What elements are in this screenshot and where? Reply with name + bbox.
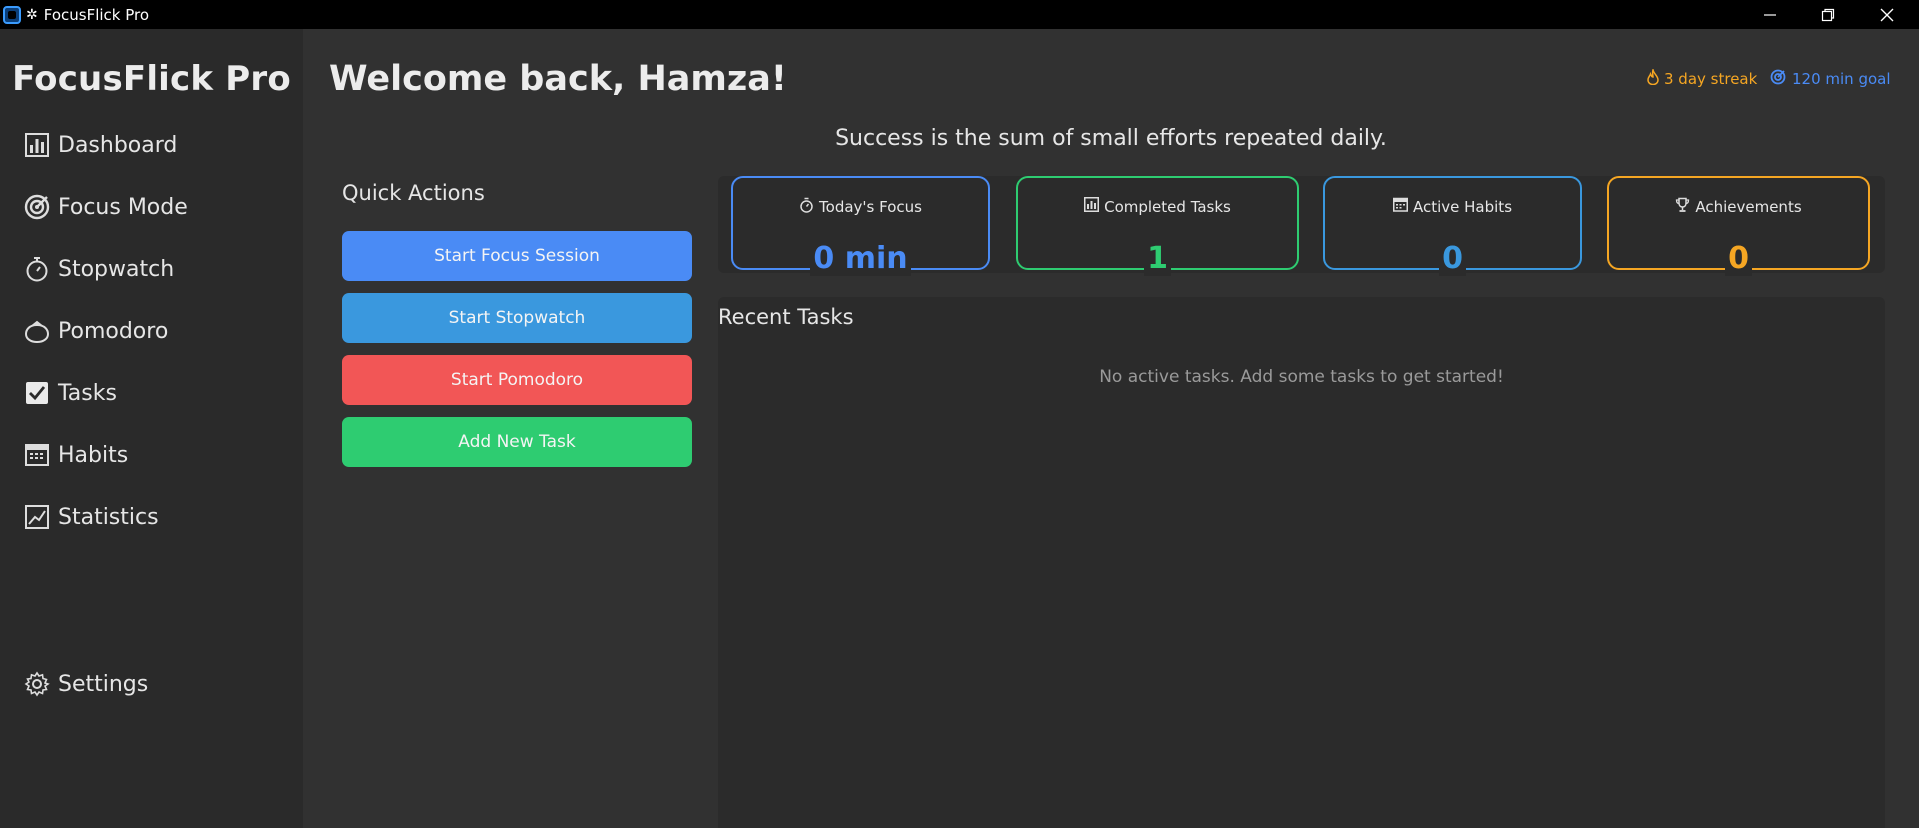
stat-card-achievements: Achievements 0 [1607,176,1870,276]
recent-tasks-title: Recent Tasks [718,305,854,329]
target-icon [24,194,50,220]
bar-chart-icon [24,132,50,158]
stat-card-todays-focus: Today's Focus 0 min [731,176,990,276]
goal-indicator: 120 min goal [1770,69,1891,89]
sidebar: FocusFlick Pro Dashboard Focus Mode Stop… [0,29,303,828]
sidebar-item-label: Stopwatch [58,256,175,282]
stat-value: 0 min [810,241,911,276]
start-stopwatch-button[interactable]: Start Stopwatch [342,293,692,343]
sidebar-item-dashboard[interactable]: Dashboard [24,125,177,165]
sidebar-item-settings[interactable]: Settings [24,664,148,704]
stat-value: 0 [1725,241,1752,276]
streak-indicator: 3 day streak [1646,67,1758,89]
stat-label: Achievements [1695,198,1802,216]
sidebar-item-label: Focus Mode [58,194,188,220]
welcome-heading: Welcome back, Hamza! [329,59,787,99]
stopwatch-icon [799,197,814,217]
close-icon[interactable] [1858,0,1916,29]
recent-tasks-panel: Recent Tasks No active tasks. Add some t… [718,297,1885,828]
sidebar-item-label: Habits [58,442,129,468]
sidebar-item-label: Dashboard [58,132,178,158]
tomato-icon [24,318,50,344]
window-title: FocusFlick Pro [43,5,150,24]
quick-actions-title: Quick Actions [342,181,485,205]
stat-card-active-habits: Active Habits 0 [1323,176,1582,276]
sidebar-item-pomodoro[interactable]: Pomodoro [24,311,168,351]
empty-tasks-message: No active tasks. Add some tasks to get s… [1099,367,1504,387]
sidebar-item-statistics[interactable]: Statistics [24,497,159,537]
stat-label: Active Habits [1412,197,1513,216]
sidebar-item-tasks[interactable]: Tasks [24,373,117,413]
main-content: Welcome back, Hamza! 3 day streak 120 mi… [303,29,1919,828]
start-focus-session-button[interactable]: Start Focus Session [342,231,692,281]
streak-label: 3 day streak [1664,70,1758,88]
sidebar-item-label: Statistics [58,504,159,530]
sidebar-item-label: Tasks [58,380,117,406]
bar-chart-icon [1084,197,1100,216]
checkbox-icon [24,380,50,406]
stat-value: 0 [1439,241,1466,276]
gear-icon [24,671,50,697]
start-pomodoro-button[interactable]: Start Pomodoro [342,355,692,405]
sidebar-item-label: Settings [58,671,149,697]
stat-label: Today's Focus [819,198,922,216]
sidebar-item-label: Pomodoro [58,318,169,344]
app-icon [3,5,21,24]
brand-title: FocusFlick Pro [12,59,291,99]
add-new-task-button[interactable]: Add New Task [342,417,692,467]
line-chart-icon [24,504,50,530]
stopwatch-icon [24,256,50,282]
stat-label: Completed Tasks [1104,197,1231,216]
sidebar-item-focus-mode[interactable]: Focus Mode [24,187,188,227]
sidebar-item-stopwatch[interactable]: Stopwatch [24,249,174,289]
minimize-icon[interactable] [1741,0,1799,29]
restore-icon[interactable] [1799,0,1857,29]
app-gear-icon: ✲ [26,6,38,22]
stat-value: 1 [1144,241,1171,276]
sidebar-item-habits[interactable]: Habits [24,435,128,475]
target-icon [1770,69,1786,89]
title-bar: ✲ FocusFlick Pro [0,0,1919,29]
trophy-icon [1675,197,1690,217]
goal-label: 120 min goal [1792,70,1891,88]
calendar-icon [1392,197,1408,216]
flame-icon [1646,67,1660,89]
calendar-icon [24,442,50,468]
motivational-quote: Success is the sum of small efforts repe… [835,126,1387,151]
stat-card-completed-tasks: Completed Tasks 1 [1016,176,1299,276]
